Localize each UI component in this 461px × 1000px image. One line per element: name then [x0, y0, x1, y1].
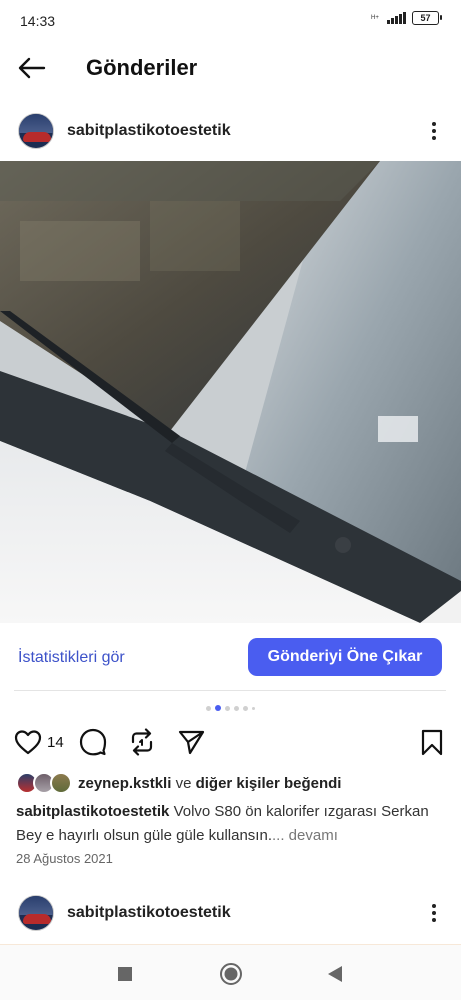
comment-icon [79, 728, 107, 756]
post-actions: 14 [0, 724, 461, 760]
avatar[interactable] [18, 895, 54, 931]
arrow-left-icon [18, 57, 46, 79]
view-insights-link[interactable]: İstatistikleri gör [18, 649, 125, 667]
recents-button[interactable] [112, 961, 138, 987]
caption-username[interactable]: sabitplastikotoestetik [16, 803, 169, 820]
liked-by-line[interactable]: zeynep.kstkli ve diğer kişiler beğendi [16, 771, 341, 795]
status-indicators: H+ 57 [371, 11, 442, 25]
liker-avatars [16, 772, 74, 794]
carousel-dot [234, 705, 239, 711]
comment-button[interactable] [78, 727, 108, 757]
next-post-username[interactable]: sabitplastikotoestetik [67, 904, 231, 922]
home-button[interactable] [218, 961, 244, 987]
post-image[interactable] [0, 161, 461, 623]
more-options-button[interactable] [424, 900, 444, 926]
like-button[interactable] [13, 727, 43, 757]
send-icon [178, 730, 205, 755]
post-caption[interactable]: sabitplastikotoestetik Volvo S80 ön kalo… [16, 800, 446, 848]
carousel-indicator [206, 705, 255, 711]
repost-button[interactable] [127, 727, 157, 757]
circle-icon [220, 963, 242, 985]
carousel-dot [243, 705, 248, 711]
bookmark-icon [421, 729, 443, 756]
more-options-button[interactable] [424, 118, 444, 144]
carousel-dot [206, 705, 211, 711]
post-header: sabitplastikotoestetik [0, 106, 461, 156]
avatar[interactable] [18, 113, 54, 149]
liked-by-connector: ve [175, 774, 192, 792]
heart-icon [14, 730, 42, 755]
caption-more-link[interactable]: ... devamı [272, 827, 338, 844]
liked-by-others[interactable]: diğer kişiler beğendi [196, 775, 342, 792]
post-username[interactable]: sabitplastikotoestetik [67, 122, 231, 140]
signal-icon [387, 12, 406, 24]
status-time: 14:33 [20, 13, 56, 29]
back-button[interactable] [14, 52, 50, 84]
post-date: 28 Ağustos 2021 [16, 851, 113, 866]
status-bar: 14:33 H+ 57 [0, 0, 461, 42]
repost-icon [131, 728, 153, 756]
top-app-bar: Gönderiler [0, 42, 461, 94]
network-type: H+ [371, 14, 379, 21]
promote-button[interactable]: Gönderiyi Öne Çıkar [248, 638, 442, 676]
system-nav-bar [0, 944, 461, 1000]
carousel-dot [252, 706, 255, 710]
page-title: Gönderiler [86, 55, 198, 80]
divider [14, 690, 446, 691]
carousel-dot [225, 705, 230, 711]
save-button[interactable] [417, 727, 447, 757]
liked-by-text: zeynep.kstkli ve diğer kişiler beğendi [78, 775, 341, 792]
like-count[interactable]: 14 [47, 734, 64, 751]
square-icon [118, 967, 132, 981]
back-nav-button[interactable] [322, 961, 348, 987]
avatar [50, 772, 72, 794]
battery-level: 57 [420, 13, 431, 23]
next-post-header: sabitplastikotoestetik [0, 888, 461, 938]
insights-strip: İstatistikleri gör Gönderiyi Öne Çıkar [0, 630, 461, 690]
carousel-dot-active [215, 705, 221, 711]
triangle-back-icon [328, 966, 342, 982]
battery-icon: 57 [412, 11, 442, 25]
car-windshield-photo [0, 161, 461, 623]
liked-by-username[interactable]: zeynep.kstkli [78, 775, 171, 792]
share-button[interactable] [176, 727, 206, 757]
